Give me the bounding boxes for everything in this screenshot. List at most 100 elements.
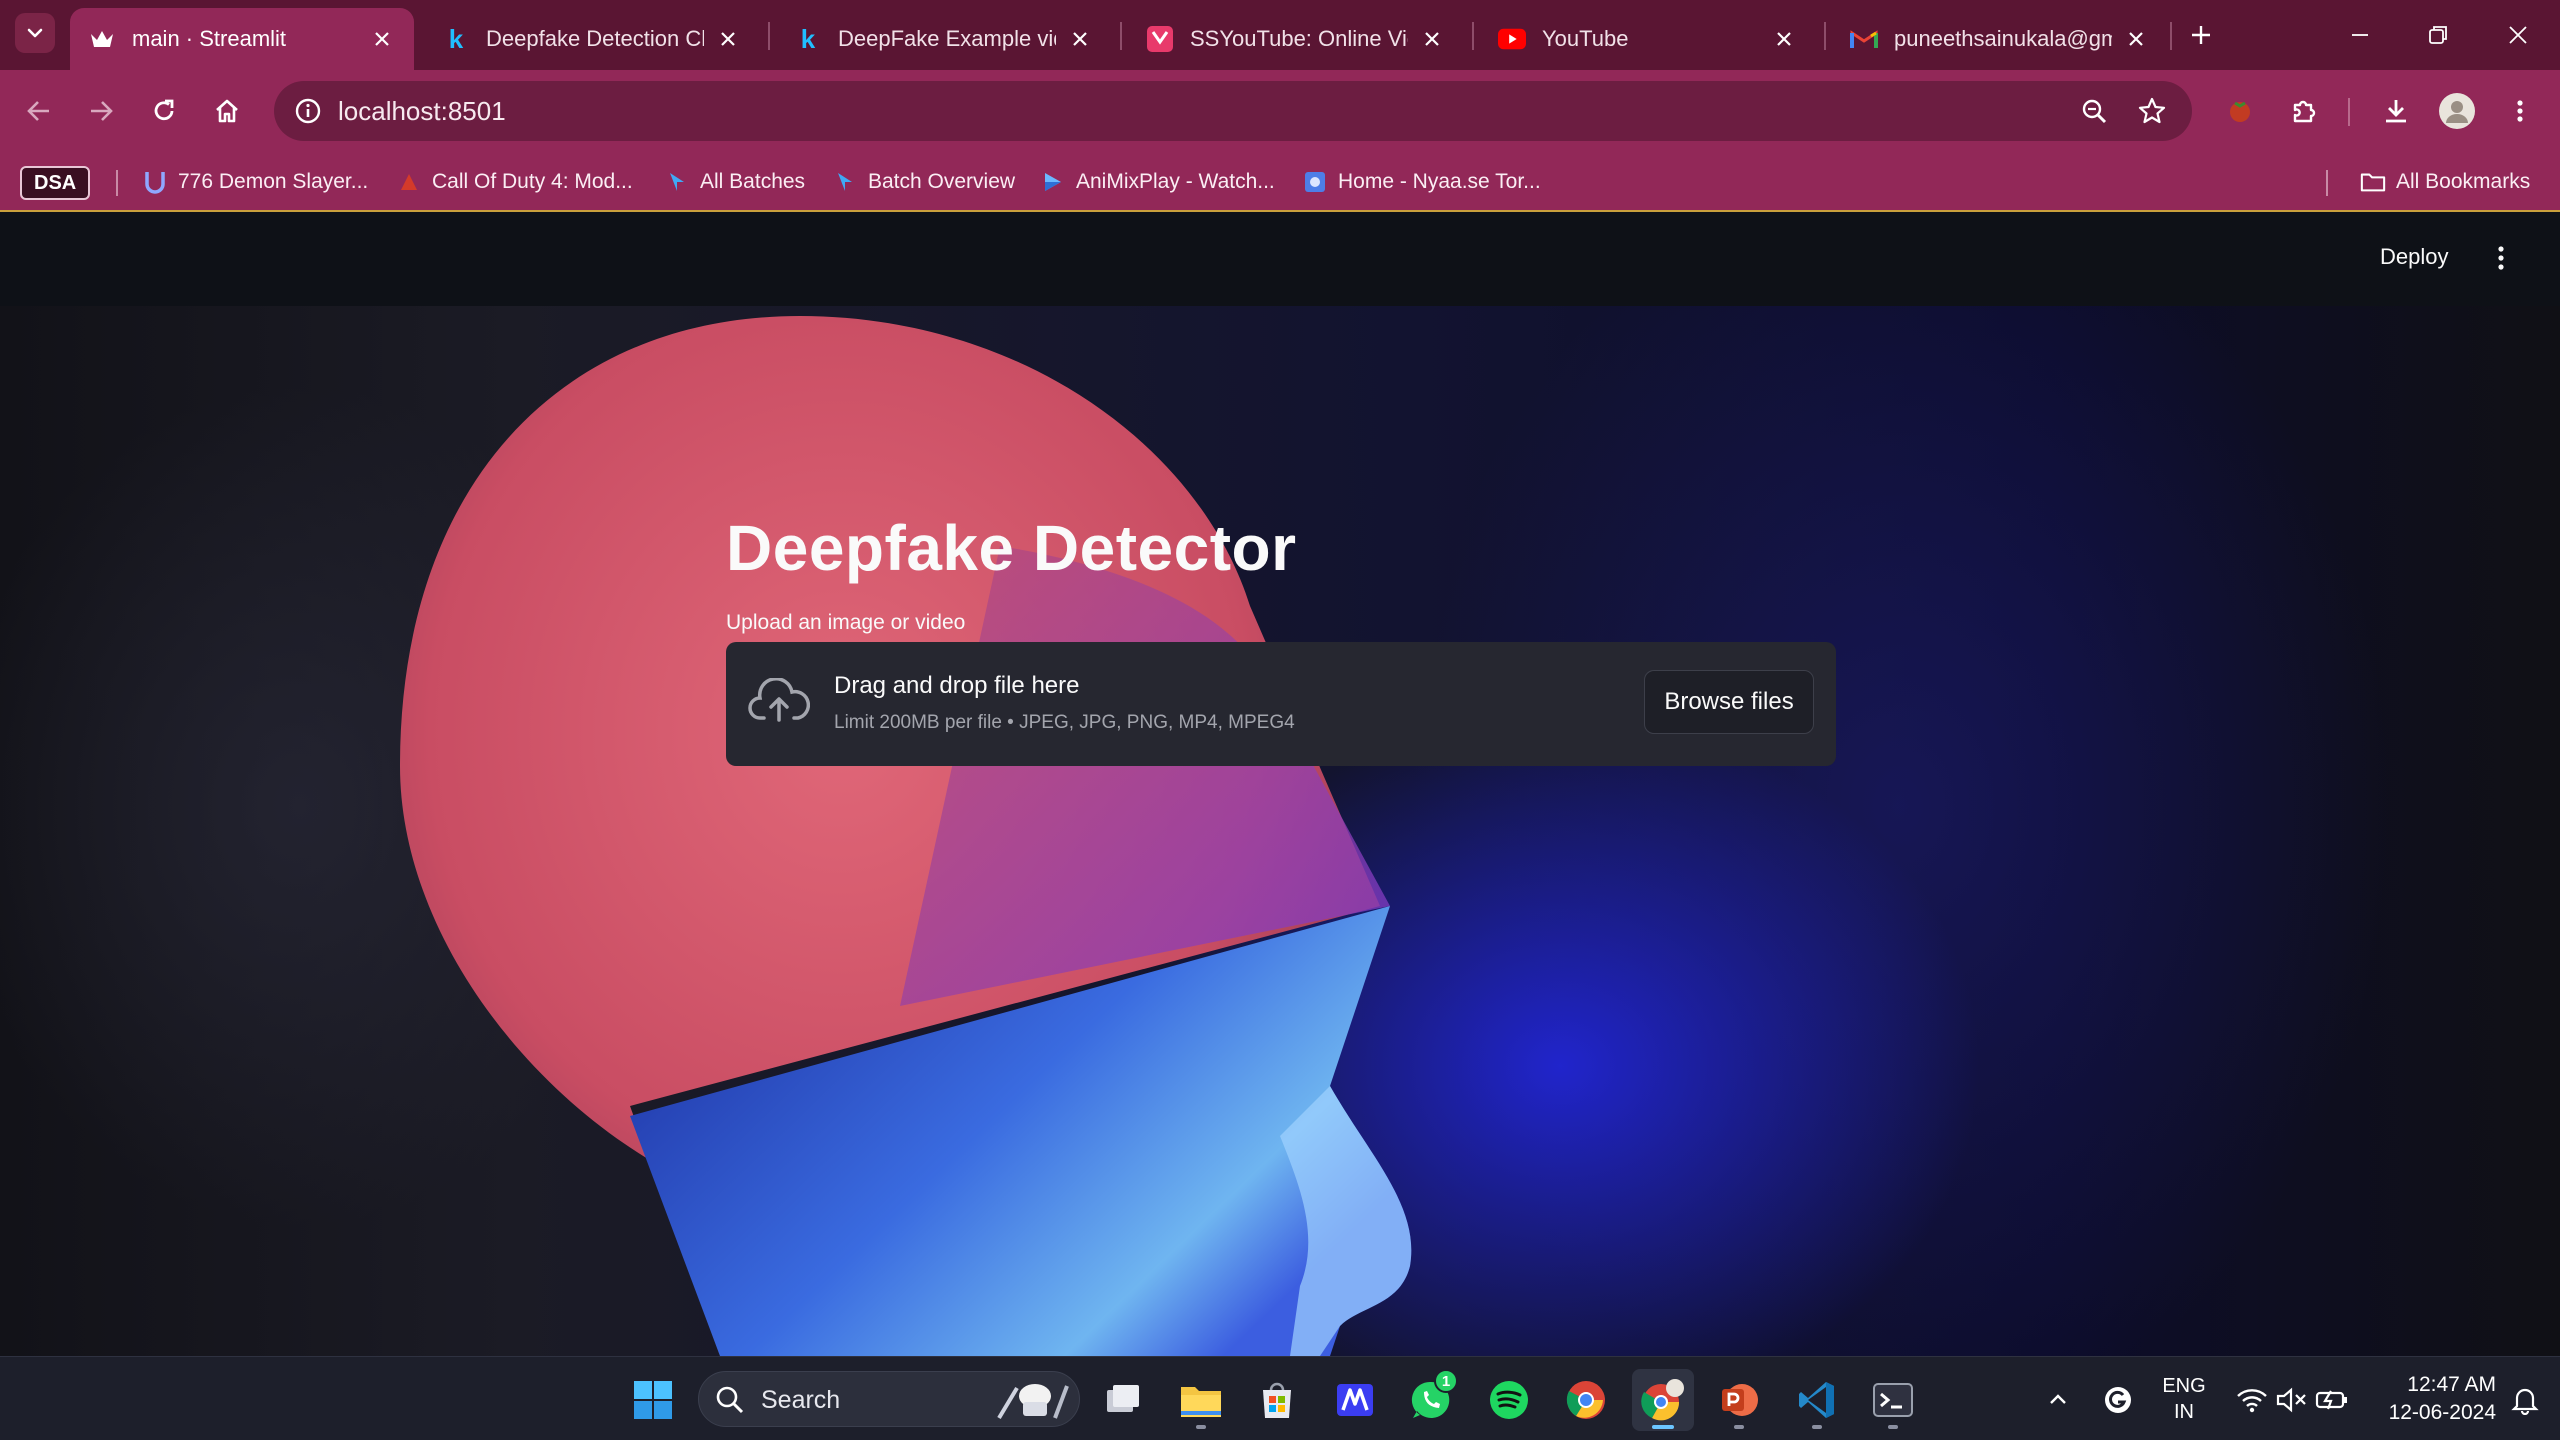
search-icon bbox=[716, 1386, 744, 1414]
close-tab-icon[interactable] bbox=[1418, 25, 1446, 53]
tab-main-streamlit[interactable]: main · Streamlit bbox=[70, 8, 414, 70]
bookmark-item[interactable]: Home - Nyaa.se Tor... bbox=[1302, 164, 1541, 200]
search-highlight-chef-icon bbox=[997, 1384, 1069, 1420]
taskbar-powerpoint[interactable] bbox=[1708, 1369, 1770, 1431]
bookmark-folder-dsa[interactable]: DSA bbox=[20, 166, 91, 200]
minimize-icon bbox=[2352, 34, 2368, 36]
taskbar-whatsapp[interactable]: 1 bbox=[1400, 1369, 1462, 1431]
tab-search-button[interactable] bbox=[15, 13, 55, 53]
quick-settings-button[interactable] bbox=[2226, 1369, 2358, 1431]
browse-files-button[interactable]: Browse files bbox=[1644, 670, 1814, 734]
extension-button[interactable] bbox=[2218, 89, 2262, 133]
tab-youtube[interactable]: YouTube bbox=[1480, 8, 1816, 70]
puzzle-icon bbox=[2293, 100, 2316, 123]
file-uploader-dropzone[interactable]: Drag and drop file here Limit 200MB per … bbox=[726, 642, 1836, 766]
tab-title: YouTube bbox=[1542, 26, 1629, 51]
vscode-icon bbox=[1799, 1382, 1834, 1418]
tab-deepfake-example[interactable]: k DeepFake Example videc bbox=[776, 8, 1112, 70]
close-tab-icon[interactable] bbox=[1770, 25, 1798, 53]
taskbar-terminal[interactable] bbox=[1862, 1369, 1924, 1431]
language-indicator[interactable]: ENG IN bbox=[2156, 1373, 2212, 1425]
close-tab-icon[interactable] bbox=[1066, 25, 1094, 53]
tray-grammarly[interactable] bbox=[2090, 1369, 2146, 1431]
tab-separator bbox=[768, 22, 770, 50]
bookmark-separator bbox=[116, 170, 118, 196]
browser-menu-button[interactable] bbox=[2498, 89, 2542, 133]
task-view-icon bbox=[1107, 1385, 1139, 1412]
tab-ssyoutube[interactable]: SSYouTube: Online Videc bbox=[1128, 8, 1464, 70]
taskbar-microsoft-store[interactable] bbox=[1246, 1369, 1308, 1431]
back-button[interactable] bbox=[17, 89, 61, 133]
streamlit-page: Deploy Deepfake Detector Upload an image… bbox=[0, 214, 2560, 1356]
bookmark-star-icon[interactable] bbox=[2132, 91, 2172, 131]
home-button[interactable] bbox=[205, 89, 249, 133]
extensions-button[interactable] bbox=[2282, 89, 2326, 133]
taskbar-file-explorer[interactable] bbox=[1170, 1369, 1232, 1431]
bookmark-label: Home - Nyaa.se Tor... bbox=[1338, 170, 1541, 193]
dropzone-limit-text: Limit 200MB per file • JPEG, JPG, PNG, M… bbox=[834, 712, 1295, 733]
page-title: Deepfake Detector bbox=[726, 512, 1297, 584]
clock[interactable]: 12:47 AM 12-06-2024 bbox=[2366, 1371, 2496, 1427]
show-hidden-icons-button[interactable] bbox=[2030, 1369, 2086, 1431]
close-icon bbox=[2509, 26, 2527, 44]
tab-title: main · Streamlit bbox=[132, 26, 287, 51]
minimize-window-button[interactable] bbox=[2328, 10, 2392, 60]
restore-icon bbox=[2429, 26, 2447, 44]
bookmark-item[interactable]: 776 Demon Slayer... bbox=[142, 164, 368, 200]
close-tab-icon[interactable] bbox=[368, 25, 396, 53]
bookmark-item[interactable]: Batch Overview bbox=[832, 164, 1015, 200]
bookmark-item[interactable]: Call Of Duty 4: Mod... bbox=[396, 164, 633, 200]
browser-toolbar: localhost:8501 bbox=[0, 70, 2560, 152]
running-indicator bbox=[1812, 1425, 1822, 1429]
tab-separator bbox=[1120, 22, 1122, 50]
taskbar-chrome-profile[interactable] bbox=[1632, 1369, 1694, 1431]
tab-title: Deepfake Detection Cha bbox=[486, 26, 704, 51]
bookmark-label: Batch Overview bbox=[868, 170, 1016, 193]
profile-button[interactable] bbox=[2435, 89, 2479, 133]
bookmark-pw-icon bbox=[664, 169, 690, 195]
spotify-icon bbox=[1490, 1381, 1528, 1419]
tab-separator bbox=[1824, 22, 1826, 50]
taskbar-search-box[interactable]: Search bbox=[698, 1371, 1080, 1427]
bookmark-animix-icon bbox=[1040, 169, 1066, 195]
bookmark-cod-icon bbox=[396, 169, 422, 195]
deploy-button[interactable]: Deploy bbox=[2380, 244, 2448, 270]
reload-button[interactable] bbox=[142, 89, 186, 133]
toolbar-separator bbox=[2348, 98, 2350, 126]
avatar bbox=[2439, 93, 2475, 129]
taskbar-vscode[interactable] bbox=[1786, 1369, 1848, 1431]
tab-title: puneethsainukala@gma bbox=[1894, 26, 2112, 51]
bookmarks-bar: DSA 776 Demon Slayer... Call Of Duty 4: … bbox=[0, 152, 2560, 212]
new-tab-button[interactable] bbox=[2182, 16, 2220, 54]
windows-logo-icon bbox=[634, 1381, 672, 1419]
reload-icon bbox=[154, 99, 174, 121]
taskbar-app-m[interactable] bbox=[1324, 1369, 1386, 1431]
forward-button[interactable] bbox=[79, 89, 123, 133]
cloud-upload-icon bbox=[748, 678, 810, 730]
address-bar[interactable]: localhost:8501 bbox=[274, 81, 2192, 141]
taskbar-search-label: Search bbox=[761, 1386, 841, 1414]
zoom-icon[interactable] bbox=[2074, 91, 2114, 131]
close-tab-icon[interactable] bbox=[2122, 25, 2150, 53]
tab-gmail[interactable]: puneethsainukala@gma bbox=[1832, 8, 2168, 70]
all-bookmarks-label: All Bookmarks bbox=[2396, 170, 2531, 193]
taskbar-chrome[interactable] bbox=[1555, 1369, 1617, 1431]
task-view-button[interactable] bbox=[1092, 1369, 1154, 1431]
tab-deepfake-detection[interactable]: k Deepfake Detection Cha bbox=[424, 8, 760, 70]
bookmark-item[interactable]: All Batches bbox=[664, 164, 805, 200]
site-info-icon[interactable] bbox=[288, 91, 328, 131]
restore-window-button[interactable] bbox=[2406, 10, 2470, 60]
downloads-button[interactable] bbox=[2374, 89, 2418, 133]
taskbar-spotify[interactable] bbox=[1478, 1369, 1540, 1431]
main-menu-button[interactable] bbox=[2484, 238, 2518, 278]
notifications-button[interactable] bbox=[2500, 1369, 2550, 1431]
chrome-profile-icon bbox=[1641, 1379, 1684, 1421]
bookmark-item[interactable]: AniMixPlay - Watch... bbox=[1040, 164, 1275, 200]
powerpoint-icon bbox=[1722, 1384, 1758, 1416]
close-window-button[interactable] bbox=[2486, 10, 2550, 60]
all-bookmarks-button[interactable]: All Bookmarks bbox=[2360, 164, 2530, 200]
tab-separator bbox=[2170, 22, 2172, 50]
close-tab-icon[interactable] bbox=[714, 25, 742, 53]
start-button[interactable] bbox=[622, 1369, 684, 1431]
url-text[interactable]: localhost:8501 bbox=[338, 96, 506, 127]
